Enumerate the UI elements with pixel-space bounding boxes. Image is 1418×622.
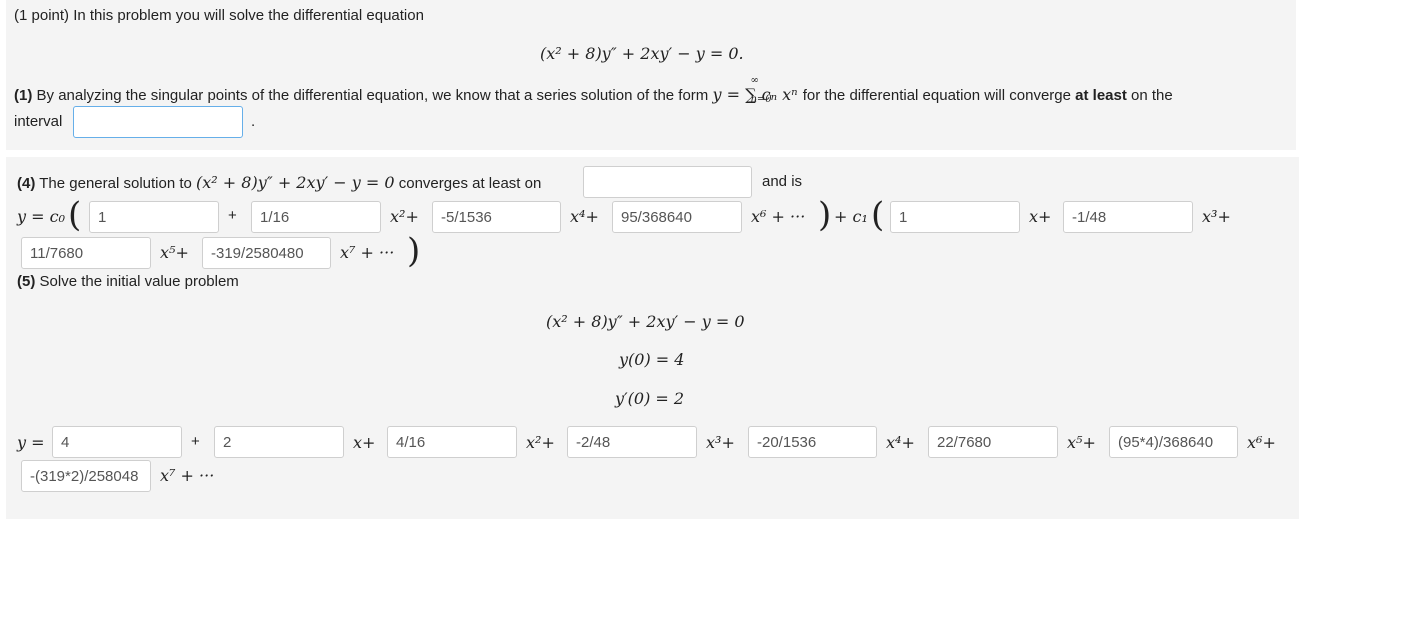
- intro-equation: (x² + 8)y″ + 2xy′ − y = 0.: [540, 44, 744, 63]
- c1-x3-term: x³+: [1202, 207, 1231, 226]
- c0-x4-term: x⁴+: [570, 207, 599, 226]
- part4-text-end: and is: [762, 173, 803, 190]
- ivp-x7-tail: x⁷ + ···: [160, 466, 215, 485]
- ivp-coef-1[interactable]: [214, 426, 344, 458]
- ivp-coef-5[interactable]: [928, 426, 1058, 458]
- c0-x2-term: x²+: [390, 207, 419, 226]
- c0-open-paren: (: [68, 195, 82, 235]
- c1-coef-7[interactable]: [202, 237, 331, 269]
- c1-x5-term: x⁵+: [160, 243, 189, 262]
- c1-coef-5[interactable]: [21, 237, 151, 269]
- part5-text: Solve the initial value problem: [39, 273, 239, 290]
- part4-text-before: The general solution to: [39, 175, 192, 192]
- c0-coef-4[interactable]: [432, 201, 561, 233]
- c1-close-paren: ): [407, 231, 421, 271]
- part5-sentence: (5) Solve the initial value problem: [17, 273, 239, 290]
- c0-coef-6[interactable]: [612, 201, 742, 233]
- interval-input[interactable]: [73, 106, 243, 138]
- ivp-equation: (x² + 8)y″ + 2xy′ − y = 0: [546, 312, 745, 331]
- c1-coef-1[interactable]: [890, 201, 1020, 233]
- c1-x1-term: x+: [1029, 207, 1052, 226]
- ivp-plus: +: [191, 433, 200, 450]
- ivp-coef-0[interactable]: [52, 426, 182, 458]
- interval-period: .: [251, 113, 256, 130]
- converge-interval-input[interactable]: [583, 166, 752, 198]
- ivp-coef-2[interactable]: [387, 426, 517, 458]
- part1-series-sub: n=0: [750, 94, 772, 105]
- part4-label: (4): [17, 175, 36, 192]
- ivp-initial-yprime: y′(0) = 2: [615, 389, 685, 408]
- part1-text-after: for the differential equation will conve…: [802, 87, 1071, 104]
- part1-series: y = ∑ cₙ xⁿ ∞ n=0: [712, 75, 802, 105]
- part1-text-before: By analyzing the singular points of the …: [36, 87, 709, 104]
- c0-close-paren: ): [818, 195, 832, 235]
- ivp-coef-3[interactable]: [567, 426, 697, 458]
- c1-label: + c₁: [834, 207, 868, 226]
- part1-sentence: (1) By analyzing the singular points of …: [14, 75, 1173, 105]
- part1-series-sup: ∞: [750, 75, 759, 86]
- ivp-coef-7[interactable]: [21, 460, 151, 492]
- c0-coef-0[interactable]: [89, 201, 219, 233]
- ivp-x5-term: x⁵+: [1067, 433, 1096, 452]
- c1-coef-3[interactable]: [1063, 201, 1193, 233]
- ivp-x4-term: x⁴+: [886, 433, 915, 452]
- part4-sentence: (4) The general solution to (x² + 8)y″ +…: [17, 173, 541, 192]
- ivp-y-label: y =: [17, 433, 45, 452]
- ivp-coef-4[interactable]: [748, 426, 877, 458]
- ivp-x6-term: x⁶+: [1247, 433, 1276, 452]
- c0-x6-tail: x⁶ + ···: [751, 207, 806, 226]
- c0-plus: +: [228, 207, 237, 224]
- ivp-initial-y: y(0) = 4: [619, 350, 685, 369]
- ivp-coef-6[interactable]: [1109, 426, 1238, 458]
- part5-label: (5): [17, 273, 36, 290]
- part4-equation: (x² + 8)y″ + 2xy′ − y = 0: [196, 173, 395, 192]
- part1-label: (1): [14, 87, 33, 104]
- ivp-x2-term: x²+: [526, 433, 555, 452]
- intro-text: (1 point) In this problem you will solve…: [14, 7, 424, 24]
- part1-text-end: on the: [1131, 87, 1173, 104]
- interval-label: interval: [14, 113, 63, 130]
- part4-text-mid: converges at least on: [398, 175, 542, 192]
- part1-bold: at least: [1075, 87, 1127, 104]
- c1-x7-tail: x⁷ + ···: [340, 243, 395, 262]
- y-c0-label: y = c₀: [17, 207, 65, 226]
- ivp-x3-term: x³+: [706, 433, 735, 452]
- c0-coef-2[interactable]: [251, 201, 381, 233]
- ivp-x1-term: x+: [353, 433, 376, 452]
- c1-open-paren: (: [871, 195, 885, 235]
